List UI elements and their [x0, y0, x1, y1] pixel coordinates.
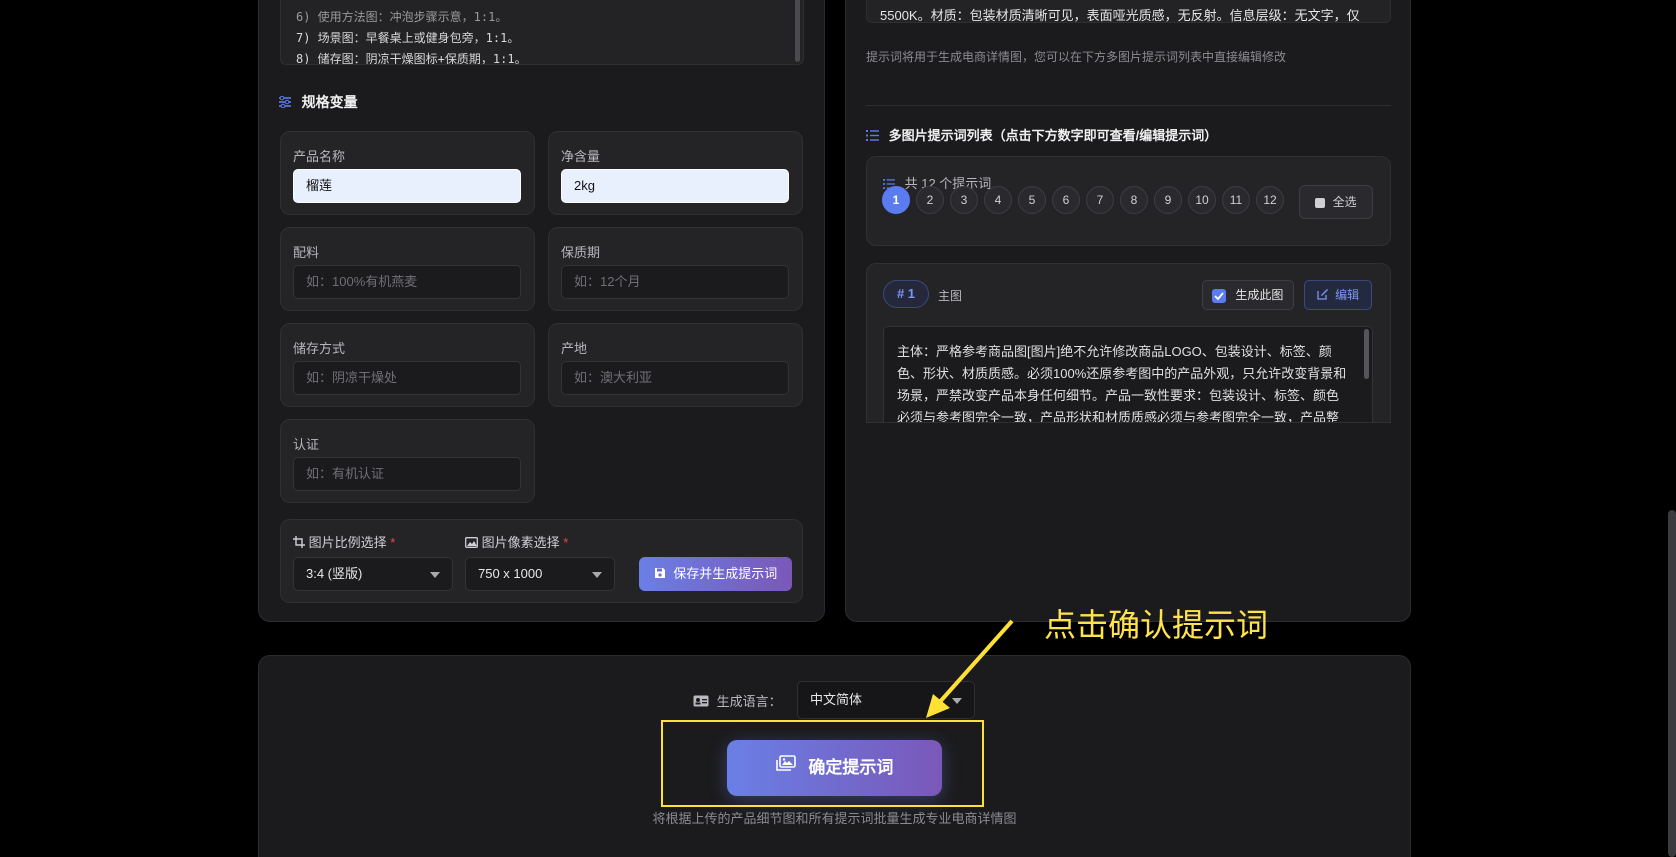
field-card-ingredients: 配料 如：100%有机燕麦 [280, 227, 535, 311]
field-label: 产地 [561, 341, 588, 356]
shelf-life-input[interactable]: 如：12个月 [561, 265, 789, 299]
image-icon [465, 536, 478, 551]
annotation-text: 点击确认提示词 [1044, 606, 1269, 644]
save-generate-label: 保存并生成提示词 [673, 566, 778, 581]
prompt-number-button[interactable]: 2 [916, 186, 944, 214]
prompt-hint: 提示词将用于生成电商详情图，您可以在下方多图片提示词列表中直接编辑修改 [866, 50, 1287, 64]
prompt-number-button[interactable]: 6 [1052, 186, 1080, 214]
prompt-preview-text: 5500K。材质：包装材质清晰可见，表面哑光质感，无反射。信息层级：无文字，仅 [880, 8, 1360, 23]
prompt-line: 8) 储存图：阴凉干燥图标+保质期，1:1。 [296, 52, 527, 65]
save-generate-button[interactable]: 保存并生成提示词 [639, 557, 792, 591]
required-mark: * [563, 535, 569, 550]
required-mark: * [390, 535, 396, 550]
field-label: 净含量 [561, 149, 601, 164]
annotation-arrow [926, 619, 1014, 718]
field-card-net-content: 净含量 2kg [548, 131, 803, 215]
id-card-icon [693, 695, 709, 710]
prompt-number-button[interactable]: 4 [984, 186, 1012, 214]
pixel-label-row: 图片像素选择 * [465, 532, 568, 551]
prompt-number-button[interactable]: 10 [1188, 186, 1216, 214]
list-title: 多图片提示词列表（点击下方数字即可查看/编辑提示词） [888, 128, 1218, 143]
prompt-detail-textarea[interactable]: 主体：严格参考商品图[图片]绝不允许修改商品LOGO、包装设计、标签、颜 色、形… [883, 326, 1373, 423]
prompt-number-button[interactable]: 1 [882, 186, 910, 214]
textarea-scrollbar[interactable] [1364, 329, 1369, 379]
net-content-input[interactable]: 2kg [561, 169, 789, 203]
prompt-detail-line: 主体：严格参考商品图[图片]绝不允许修改商品LOGO、包装设计、标签、颜 [897, 344, 1332, 359]
pixel-select[interactable]: 750 x 1000 [465, 557, 615, 591]
page-scrollbar[interactable] [1668, 510, 1676, 857]
language-label-row: 生成语言： [693, 691, 782, 710]
generate-this-label: 生成此图 [1235, 288, 1284, 302]
save-icon [654, 558, 666, 592]
generate-this-toggle[interactable]: 生成此图 [1202, 280, 1294, 310]
ingredients-input[interactable]: 如：100%有机燕麦 [293, 265, 521, 299]
prompt-number-button[interactable]: 3 [950, 186, 978, 214]
field-card-certification: 认证 如：有机认证 [280, 419, 535, 503]
chevron-down-icon [430, 572, 440, 578]
field-card-shelf-life: 保质期 如：12个月 [548, 227, 803, 311]
field-card-storage: 储存方式 如：阴凉干燥处 [280, 323, 535, 407]
prompt-detail-line: 必须与参考图完全一致，产品形状和材质质感必须与参考图完全一致，产品整 [897, 410, 1340, 423]
list-header: 多图片提示词列表（点击下方数字即可查看/编辑提示词） [866, 125, 1217, 144]
origin-input[interactable]: 如：澳大利亚 [561, 361, 789, 395]
ratio-select-value: 3:4 (竖版) [306, 566, 363, 581]
checkbox-checked-icon [1212, 288, 1226, 303]
ratio-select[interactable]: 3:4 (竖版) [293, 557, 453, 591]
storage-input[interactable]: 如：阴凉干燥处 [293, 361, 521, 395]
prompt-textarea[interactable]: 6) 使用方法图：冲泡步骤示意，1:1。 7) 场景图：早餐桌上或健身包旁，1:… [280, 0, 804, 65]
divider [866, 105, 1391, 106]
field-label: 认证 [293, 437, 320, 452]
prompt-preview-box: 5500K。材质：包装材质清晰可见，表面哑光质感，无反射。信息层级：无文字，仅 [866, 0, 1391, 23]
right-panel: 5500K。材质：包装材质清晰可见，表面哑光质感，无反射。信息层级：无文字，仅 … [845, 0, 1411, 622]
spec-section-title: 规格变量 [301, 94, 358, 110]
edit-button[interactable]: 编辑 [1304, 280, 1372, 310]
prompt-count: 共 12 个提示词 [904, 176, 992, 191]
language-label: 生成语言： [716, 694, 782, 709]
field-label: 产品名称 [293, 149, 346, 164]
language-select-value: 中文简体 [810, 692, 863, 707]
edit-label: 编辑 [1335, 288, 1360, 302]
bottom-footnote: 将根据上传的产品细节图和所有提示词批量生成专业电商详情图 [652, 811, 1017, 826]
pixel-label: 图片像素选择 [481, 535, 560, 550]
prompt-line: 7) 场景图：早餐桌上或健身包旁，1:1。 [296, 31, 520, 45]
spec-section-header: 规格变量 [278, 92, 358, 112]
prompt-number-button[interactable]: 8 [1120, 186, 1148, 214]
list-icon [866, 129, 879, 144]
field-label: 保质期 [561, 245, 601, 260]
field-card-product-name: 产品名称 榴莲 [280, 131, 535, 215]
prompt-index-badge: # 1 [883, 280, 929, 308]
prompt-line-partial: 6) 使用方法图：冲泡步骤示意，1:1。 [296, 10, 508, 24]
prompt-number-button[interactable]: 7 [1086, 186, 1114, 214]
left-panel: 6) 使用方法图：冲泡步骤示意，1:1。 7) 场景图：早餐桌上或健身包旁，1:… [258, 0, 825, 622]
pixel-select-value: 750 x 1000 [478, 566, 543, 581]
product-name-input[interactable]: 榴莲 [293, 169, 521, 203]
prompt-type-label: 主图 [938, 289, 963, 303]
select-all-label: 全选 [1332, 195, 1357, 209]
ratio-label: 图片比例选择 [308, 535, 387, 550]
prompt-number-button[interactable]: 5 [1018, 186, 1046, 214]
sliders-icon [278, 95, 292, 111]
field-card-origin: 产地 如：澳大利亚 [548, 323, 803, 407]
edit-icon [1317, 282, 1329, 310]
select-all-button[interactable]: 全选 [1299, 185, 1373, 219]
image-settings-card: 图片比例选择 * 图片像素选择 * 3:4 (竖版) 750 x 1000 保存… [280, 519, 803, 603]
checkbox-icon [1315, 197, 1326, 208]
ratio-label-row: 图片比例选择 * [293, 532, 395, 551]
textarea-scrollbar[interactable] [795, 0, 800, 62]
prompt-number-button[interactable]: 11 [1222, 186, 1250, 214]
prompt-detail-text: 主体：严格参考商品图[图片]绝不允许修改商品LOGO、包装设计、标签、颜 色、形… [897, 341, 1347, 423]
field-label: 储存方式 [293, 341, 346, 356]
prompt-number-button[interactable]: 9 [1154, 186, 1182, 214]
prompt-number-button[interactable]: 12 [1256, 186, 1284, 214]
annotation-highlight-box [661, 720, 984, 807]
prompt-detail-line: 场景，严禁改变产品本身任何细节。产品一致性要求：包装设计、标签、颜色 [897, 388, 1340, 403]
chevron-down-icon [592, 572, 602, 578]
field-label: 配料 [293, 245, 320, 260]
prompt-detail-card: # 1 主图 生成此图 编辑 主体：严格参考商品图[图片]绝不允许修改商品LOG… [866, 263, 1391, 423]
crop-icon [293, 536, 305, 551]
prompt-detail-line: 色、形状、材质质感。必须100%还原参考图中的产品外观，只允许改变背景和 [897, 366, 1347, 381]
certification-input[interactable]: 如：有机认证 [293, 457, 521, 491]
